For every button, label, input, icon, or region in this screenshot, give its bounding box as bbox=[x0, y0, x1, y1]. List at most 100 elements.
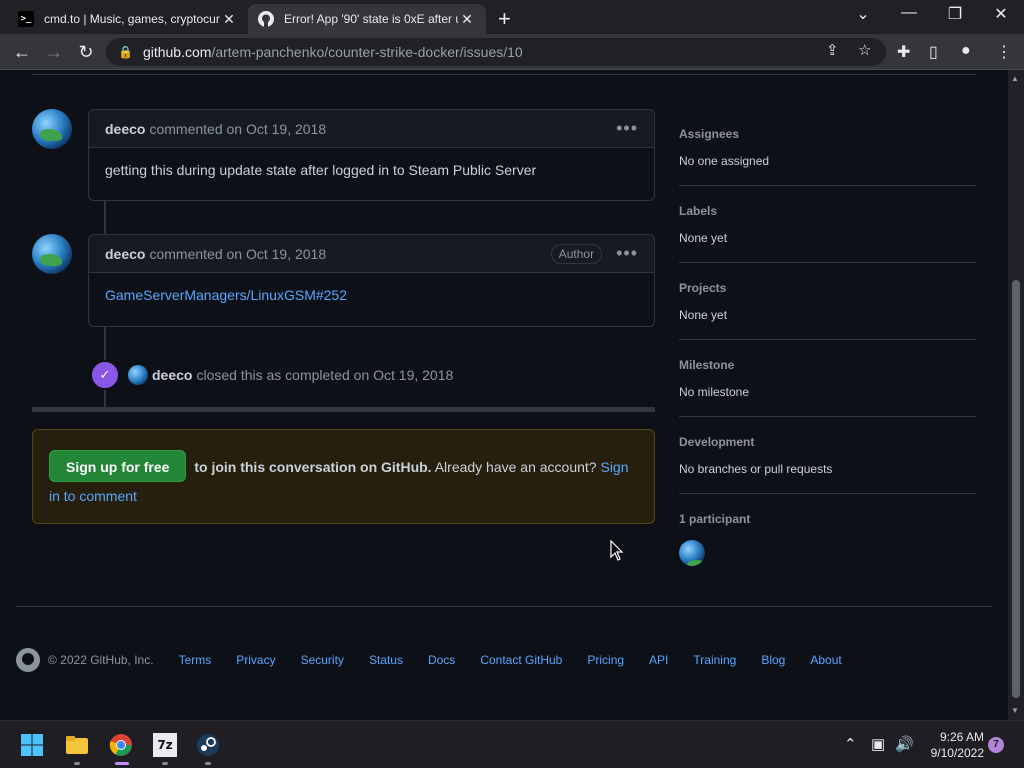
scroll-up-icon[interactable]: ▲ bbox=[1011, 74, 1019, 83]
participant-avatar[interactable] bbox=[679, 540, 705, 566]
back-icon[interactable]: ← bbox=[10, 40, 34, 64]
footer-link-terms[interactable]: Terms bbox=[179, 653, 212, 667]
windows-start-icon[interactable] bbox=[20, 733, 44, 757]
side-panel-icon[interactable]: ▯ bbox=[929, 42, 938, 62]
notification-badge[interactable]: 7 bbox=[988, 737, 1004, 753]
comment-header: deeco commented on Oct 19, 2018 Author •… bbox=[89, 235, 654, 273]
comment-author[interactable]: deeco bbox=[105, 246, 145, 262]
avatar[interactable] bbox=[32, 109, 72, 149]
sidebar-divider bbox=[679, 416, 976, 417]
volume-icon[interactable]: 🔊 bbox=[895, 735, 914, 753]
taskbar-active-indicator bbox=[115, 762, 129, 765]
footer-link-privacy[interactable]: Privacy bbox=[236, 653, 275, 667]
chrome-icon[interactable] bbox=[109, 733, 133, 757]
signup-button[interactable]: Sign up for free bbox=[49, 450, 187, 482]
sidebar-divider bbox=[679, 262, 976, 263]
tab-search-chevron-icon[interactable]: ⌄ bbox=[840, 4, 886, 24]
comment-body: GameServerManagers/LinuxGSM#252 bbox=[89, 273, 654, 319]
7zip-icon[interactable]: 7z bbox=[153, 733, 177, 757]
reload-icon[interactable]: ↻ bbox=[74, 40, 98, 64]
lock-icon[interactable]: 🔒 bbox=[118, 45, 133, 59]
avatar[interactable] bbox=[32, 234, 72, 274]
footer-link-training[interactable]: Training bbox=[693, 653, 736, 667]
sidebar-projects: Projects None yet bbox=[679, 281, 976, 322]
event-actor[interactable]: deeco bbox=[152, 367, 192, 383]
footer-link-status[interactable]: Status bbox=[369, 653, 403, 667]
footer-link-api[interactable]: API bbox=[649, 653, 668, 667]
tab-github-issue[interactable]: Error! App '90' state is 0xE after updat… bbox=[248, 4, 486, 34]
comment-author[interactable]: deeco bbox=[105, 121, 145, 137]
steam-icon[interactable] bbox=[196, 733, 220, 757]
page-content: deeco commented on Oct 19, 2018 ••• gett… bbox=[0, 70, 1008, 720]
taskbar: 7z ⌃ ▣ 🔊 9:26 AM 9/10/2022 7 bbox=[0, 720, 1024, 768]
sidebar-value: No branches or pull requests bbox=[679, 462, 833, 476]
footer-link-contact[interactable]: Contact GitHub bbox=[480, 653, 562, 667]
profile-icon[interactable]: ● bbox=[961, 42, 971, 60]
sidebar-value: No one assigned bbox=[679, 154, 770, 168]
mouse-cursor-icon bbox=[610, 540, 624, 561]
footer-link-about[interactable]: About bbox=[810, 653, 841, 667]
network-icon[interactable]: ▣ bbox=[871, 735, 885, 753]
sidebar-label: Projects bbox=[679, 281, 727, 295]
sidebar-milestone: Milestone No milestone bbox=[679, 358, 976, 399]
minimize-icon[interactable]: — bbox=[886, 4, 932, 22]
sidebar-label: Assignees bbox=[679, 127, 740, 141]
toolbar: ← → ↻ 🔒 github.com/artem-panchenko/count… bbox=[0, 34, 1024, 70]
url-host: github.com bbox=[142, 44, 212, 60]
comment-timestamp[interactable]: commented on Oct 19, 2018 bbox=[149, 121, 326, 137]
copyright: © 2022 GitHub, Inc. bbox=[48, 653, 154, 667]
new-tab-icon[interactable]: + bbox=[498, 6, 511, 32]
comment-body: getting this during update state after l… bbox=[105, 162, 537, 178]
closed-check-icon: ✓ bbox=[90, 360, 120, 390]
tab-cmd-to[interactable]: >_ cmd.to | Music, games, cryptocurrency… bbox=[8, 4, 248, 34]
extensions-icon[interactable]: ✚ bbox=[897, 42, 910, 62]
clock-time: 9:26 AM bbox=[939, 730, 984, 744]
footer-link-docs[interactable]: Docs bbox=[428, 653, 455, 667]
footer-link-security[interactable]: Security bbox=[301, 653, 344, 667]
taskbar-indicator bbox=[74, 762, 80, 765]
sidebar-divider bbox=[679, 339, 976, 340]
vertical-scrollbar[interactable]: ▲ ▼ bbox=[1008, 70, 1024, 720]
sidebar-development: Development No branches or pull requests bbox=[679, 435, 976, 476]
close-tab-icon[interactable]: ✕ bbox=[458, 11, 476, 28]
github-logo-icon[interactable] bbox=[16, 648, 40, 672]
issue-reference-link[interactable]: GameServerManagers/LinuxGSM#252 bbox=[105, 287, 347, 303]
clock-date: 9/10/2022 bbox=[930, 746, 984, 760]
signup-text: to join this conversation on GitHub. bbox=[194, 459, 432, 475]
more-options-icon[interactable]: ••• bbox=[616, 118, 638, 139]
file-explorer-icon[interactable] bbox=[65, 733, 89, 757]
restore-icon[interactable]: ❐ bbox=[932, 4, 978, 24]
comment: deeco commented on Oct 19, 2018 ••• gett… bbox=[88, 109, 655, 201]
signup-text-2: Already have an account? bbox=[434, 459, 597, 475]
footer-link-blog[interactable]: Blog bbox=[761, 653, 785, 667]
avatar[interactable] bbox=[128, 365, 148, 385]
system-clock[interactable]: 9:26 AM 9/10/2022 bbox=[920, 729, 984, 761]
menu-kebab-icon[interactable]: ⋮ bbox=[996, 42, 1012, 62]
comment-header: deeco commented on Oct 19, 2018 ••• bbox=[89, 110, 654, 148]
comment-timestamp[interactable]: commented on Oct 19, 2018 bbox=[149, 246, 326, 262]
footer: © 2022 GitHub, Inc. Terms Privacy Securi… bbox=[16, 648, 867, 672]
scroll-down-icon[interactable]: ▼ bbox=[1011, 706, 1019, 715]
closed-event: ✓ deeco closed this as completed on Oct … bbox=[90, 360, 453, 390]
url-path: /artem-panchenko/counter-strike-docker/i… bbox=[211, 44, 523, 60]
sidebar-label: Labels bbox=[679, 204, 718, 218]
tab-title: Error! App '90' state is 0xE after updat… bbox=[284, 12, 458, 26]
forward-icon[interactable]: → bbox=[42, 40, 66, 64]
close-tab-icon[interactable]: ✕ bbox=[220, 11, 238, 28]
scroll-thumb[interactable] bbox=[1012, 280, 1020, 698]
show-hidden-icons-chevron-icon[interactable]: ⌃ bbox=[844, 735, 857, 753]
share-icon[interactable]: ⇪ bbox=[826, 41, 839, 59]
bookmark-star-icon[interactable]: ☆ bbox=[858, 41, 871, 59]
sidebar-label: Milestone bbox=[679, 358, 735, 372]
more-options-icon[interactable]: ••• bbox=[616, 243, 638, 264]
tab-title: cmd.to | Music, games, cryptocurrency bbox=[44, 12, 220, 26]
timeline-end-divider bbox=[32, 407, 655, 412]
cmd-favicon-icon: >_ bbox=[18, 11, 34, 27]
taskbar-indicator bbox=[162, 762, 168, 765]
sidebar-participants: 1 participant bbox=[679, 512, 976, 526]
sidebar-labels: Labels None yet bbox=[679, 204, 976, 245]
address-bar[interactable]: 🔒 github.com/artem-panchenko/counter-str… bbox=[106, 38, 886, 66]
footer-divider bbox=[16, 606, 992, 607]
footer-link-pricing[interactable]: Pricing bbox=[587, 653, 624, 667]
close-window-icon[interactable]: ✕ bbox=[978, 4, 1024, 24]
